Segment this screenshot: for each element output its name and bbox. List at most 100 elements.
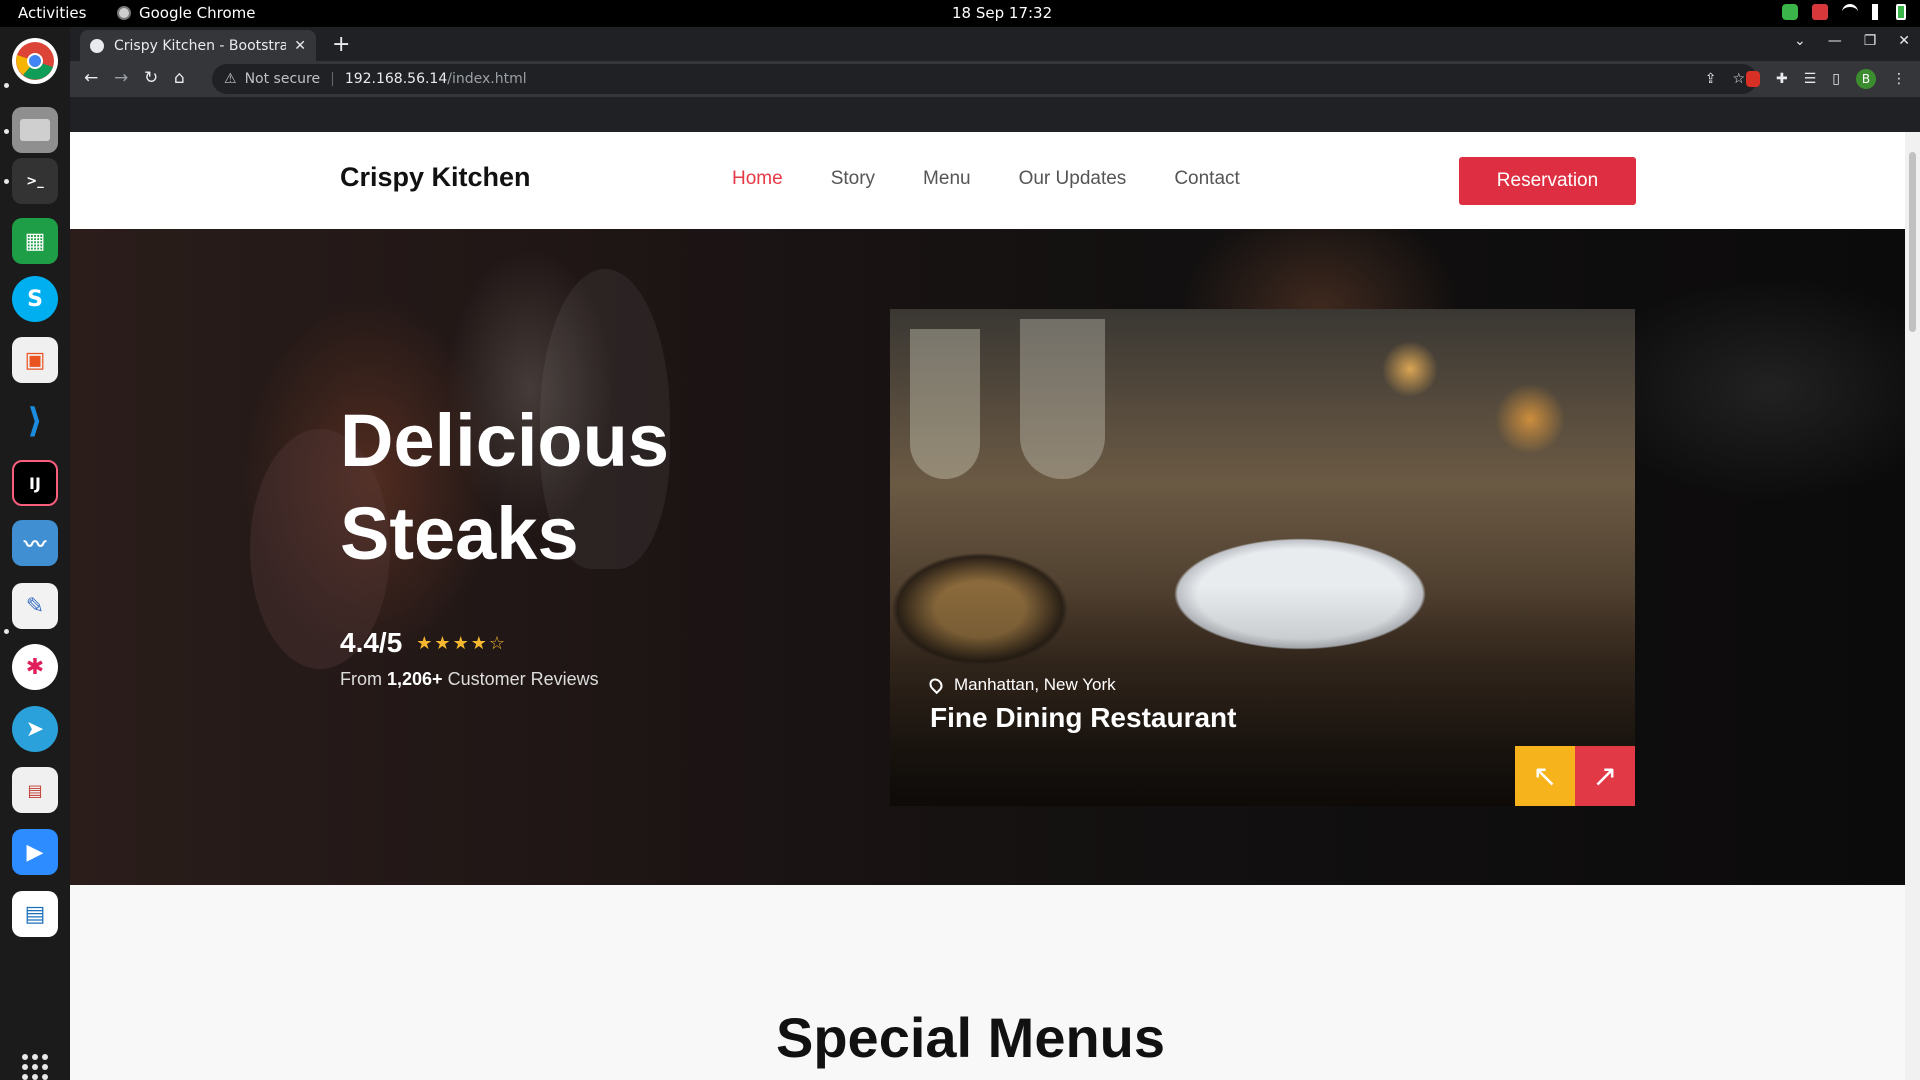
rating-stars: ★★★★☆	[416, 633, 507, 654]
location-pin-icon	[926, 675, 946, 695]
browser-tab[interactable]: Crispy Kitchen - Bootstrap ✕	[80, 30, 316, 61]
volume-icon[interactable]	[1872, 4, 1882, 20]
system-monitor-icon[interactable]: 〰	[12, 520, 58, 566]
special-menus-section: Special Menus	[70, 885, 1905, 1080]
star-filled-icon: ★	[470, 632, 489, 654]
star-filled-icon: ★	[434, 632, 453, 654]
dock: >_ ▦ S ▣ ⟩ IJ 〰 ✎ ✱ ➤ ▤ ▶ ▤	[0, 27, 70, 1080]
warning-icon[interactable]: ⚠	[224, 71, 237, 87]
hero-title-line2: Steaks	[340, 492, 579, 575]
intellij-icon[interactable]: IJ	[12, 460, 58, 506]
maximize-icon[interactable]: ❐	[1864, 33, 1877, 49]
site-navbar: Crispy Kitchen Home Story Menu Our Updat…	[70, 132, 1905, 229]
page-scrollbar[interactable]	[1905, 132, 1920, 1080]
skype-icon[interactable]: S	[12, 276, 58, 322]
terminal-icon[interactable]: >_	[12, 158, 58, 204]
system-top-bar: Activities Google Chrome 18 Sep 17:32	[0, 0, 1920, 27]
nav-home[interactable]: Home	[732, 168, 783, 190]
tab-search-icon[interactable]: ⌄	[1794, 33, 1806, 49]
document-viewer-icon[interactable]: ▤	[12, 767, 58, 813]
section-title: Special Menus	[776, 1006, 1166, 1069]
system-tray[interactable]	[1782, 4, 1906, 20]
share-icon[interactable]: ⇪	[1705, 71, 1717, 87]
tab-strip: Crispy Kitchen - Bootstrap ✕ + ⌄ — ❐ ✕	[70, 27, 1920, 61]
writer-icon[interactable]: ▤	[12, 891, 58, 937]
window-controls: ⌄ — ❐ ✕	[1794, 33, 1910, 49]
extension-red-icon[interactable]	[1745, 71, 1760, 87]
site-brand[interactable]: Crispy Kitchen	[340, 162, 531, 193]
vscode-icon[interactable]: ⟩	[12, 398, 58, 444]
star-empty-icon: ☆	[488, 632, 507, 654]
running-indicator	[4, 179, 9, 184]
close-window-icon[interactable]: ✕	[1898, 33, 1910, 49]
clock[interactable]: 18 Sep 17:32	[952, 4, 1052, 22]
browser-toolbar: ← → ↻ ⌂ ⚠ Not secure | 192.168.56.14 /in…	[70, 61, 1920, 97]
hero-title: Delicious Steaks	[340, 394, 760, 580]
hero-section: Delicious Steaks 4.4/5 ★★★★☆ From 1,206+…	[70, 229, 1905, 885]
app-menu[interactable]: Google Chrome	[117, 4, 256, 22]
running-indicator	[4, 129, 9, 134]
carousel-prev-button[interactable]: ↖	[1515, 746, 1575, 806]
star-filled-icon: ★	[452, 632, 471, 654]
rating: 4.4/5 ★★★★☆	[340, 627, 507, 659]
telegram-icon[interactable]: ➤	[12, 706, 58, 752]
new-tab-button[interactable]: +	[332, 32, 350, 57]
arrow-up-left-icon: ↖	[1532, 758, 1558, 794]
wine-glass-shape	[1020, 319, 1105, 479]
files-icon[interactable]	[12, 107, 58, 153]
chrome-icon	[117, 6, 131, 20]
url-host: 192.168.56.14	[344, 71, 448, 87]
hero-title-line1: Delicious	[340, 399, 669, 482]
running-indicator	[4, 629, 9, 634]
wifi-icon[interactable]	[1842, 4, 1858, 20]
reviews-count: 1,206+	[387, 669, 443, 689]
update-icon[interactable]	[1782, 4, 1798, 20]
text-editor-icon[interactable]: ✎	[12, 583, 58, 629]
page-viewport: Crispy Kitchen Home Story Menu Our Updat…	[70, 132, 1920, 1080]
minimize-icon[interactable]: —	[1828, 33, 1842, 49]
rating-score: 4.4/5	[340, 627, 403, 658]
activities-button[interactable]: Activities	[18, 4, 86, 22]
not-secure-label[interactable]: Not secure	[245, 71, 321, 87]
reading-list-icon[interactable]: ☰	[1804, 71, 1817, 87]
favicon-icon	[90, 38, 104, 53]
show-apps-icon[interactable]	[22, 1054, 48, 1080]
site-menu: Home Story Menu Our Updates Contact	[732, 168, 1240, 190]
arrow-up-right-icon: ↗	[1592, 758, 1618, 794]
software-center-icon[interactable]: ▣	[12, 337, 58, 383]
extensions-puzzle-icon[interactable]: ✚	[1776, 71, 1788, 87]
nav-story[interactable]: Story	[831, 168, 875, 190]
slide-location-text: Manhattan, New York	[954, 675, 1116, 694]
bookmark-star-icon[interactable]: ☆	[1732, 71, 1745, 87]
slack-icon[interactable]: ✱	[12, 644, 58, 690]
nav-contact[interactable]: Contact	[1174, 168, 1239, 190]
address-bar[interactable]: ⚠ Not secure | 192.168.56.14 /index.html…	[212, 64, 1757, 94]
spreadsheet-icon[interactable]: ▦	[12, 218, 58, 264]
battery-icon[interactable]	[1896, 4, 1906, 20]
nav-menu[interactable]: Menu	[923, 168, 971, 190]
browser-window: Crispy Kitchen - Bootstrap ✕ + ⌄ — ❐ ✕ ←…	[70, 27, 1920, 132]
slide-title: Fine Dining Restaurant	[930, 702, 1237, 733]
profile-avatar[interactable]: B	[1856, 69, 1876, 89]
tab-title: Crispy Kitchen - Bootstrap	[114, 37, 287, 54]
app-name: Google Chrome	[139, 4, 256, 22]
reviews-text: From 1,206+ Customer Reviews	[340, 669, 599, 690]
close-tab-icon[interactable]: ✕	[294, 38, 306, 54]
reservation-button[interactable]: Reservation	[1459, 157, 1636, 205]
menu-kebab-icon[interactable]: ⋮	[1892, 71, 1906, 87]
url-path: /index.html	[447, 71, 527, 87]
zoom-icon[interactable]: ▶	[12, 829, 58, 875]
star-filled-icon: ★	[416, 632, 435, 654]
home-icon[interactable]: ⌂	[174, 68, 185, 88]
side-panel-icon[interactable]: ▯	[1832, 71, 1840, 87]
chrome-dock-icon[interactable]	[12, 38, 58, 84]
extensions-area: ✚ ☰ ▯ B ⋮	[1745, 69, 1906, 89]
reload-icon[interactable]: ↻	[144, 68, 158, 88]
forward-icon[interactable]: →	[114, 68, 128, 88]
carousel-next-button[interactable]: ↗	[1575, 746, 1635, 806]
hero-carousel-slide: Manhattan, New York Fine Dining Restaura…	[890, 309, 1635, 806]
record-icon[interactable]	[1812, 4, 1828, 20]
nav-our-updates[interactable]: Our Updates	[1019, 168, 1127, 190]
back-icon[interactable]: ←	[84, 68, 98, 88]
scrollbar-thumb[interactable]	[1909, 152, 1916, 332]
